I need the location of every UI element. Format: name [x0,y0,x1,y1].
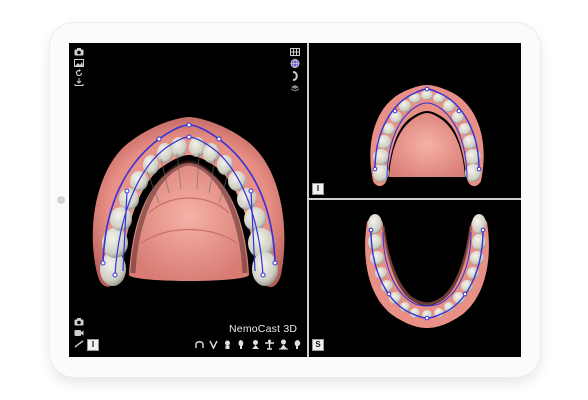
app-screen: I NemoCast 3D I S [69,43,521,357]
rotate-icon[interactable] [74,69,84,77]
upper-view-label: I [312,183,324,195]
upper-occlusal-viewport[interactable]: I [309,43,521,198]
side-view-icon[interactable] [292,339,303,350]
globe-icon[interactable] [290,59,300,68]
video-icon[interactable] [74,329,84,337]
main-view-label: I [87,339,99,351]
layer-icon[interactable] [290,84,300,92]
top-view-icon[interactable] [264,339,275,350]
left-view-icon[interactable] [236,339,247,350]
image-icon[interactable] [74,59,84,67]
both-arches-icon[interactable] [194,339,205,350]
lower-occlusal-viewport[interactable]: S [309,200,521,357]
app-brand: NemoCast 3D [229,323,298,335]
lower-arch-model[interactable] [309,200,521,357]
view-selector-bar [194,339,303,350]
grid-icon[interactable] [290,48,300,56]
right-view-icon[interactable] [250,339,261,350]
camera-icon[interactable] [74,318,84,326]
main-arch-model[interactable] [69,43,307,357]
ruler-icon[interactable] [74,340,84,348]
lower-view-label: S [312,339,324,351]
upper-arch-model[interactable] [309,43,521,198]
upper-arch-icon[interactable] [208,339,219,350]
front-view-icon[interactable] [222,339,233,350]
camera-icon[interactable] [74,48,84,56]
arch-icon[interactable] [290,71,300,81]
download-icon[interactable] [74,78,84,86]
tablet-home-button[interactable] [57,196,65,204]
bottom-view-icon[interactable] [278,339,289,350]
main-3d-viewport[interactable]: I NemoCast 3D [69,43,307,357]
